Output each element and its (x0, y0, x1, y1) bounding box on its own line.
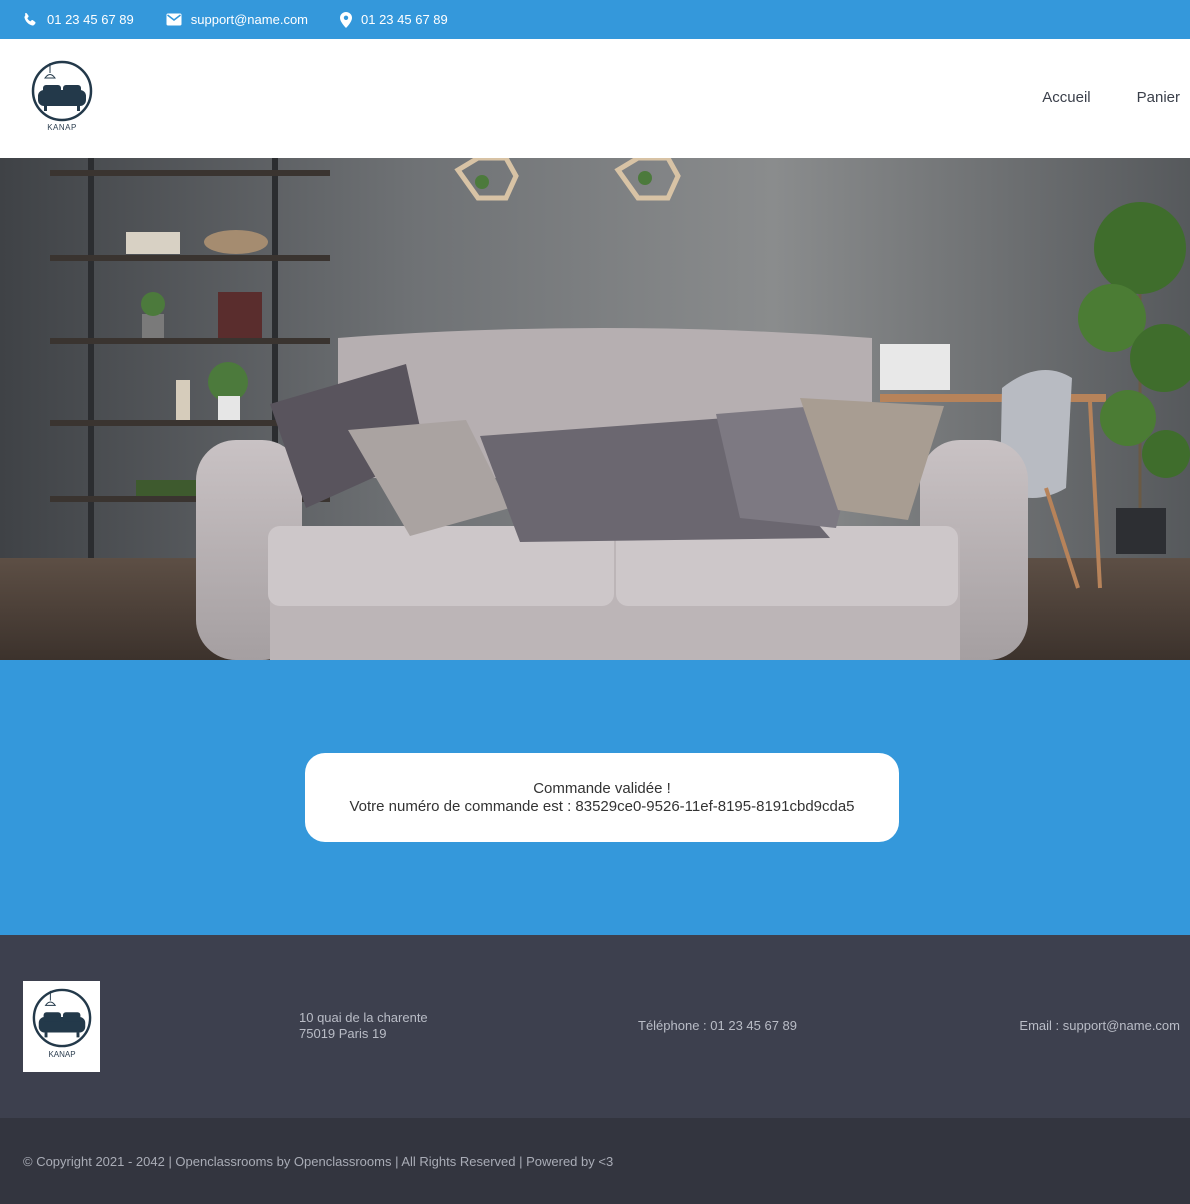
contact-location: 01 23 45 67 89 (340, 11, 448, 28)
contact-location-text: 01 23 45 67 89 (361, 12, 448, 27)
copyright-bar: © Copyright 2021 - 2042 | Openclassrooms… (0, 1118, 1190, 1204)
nav-home-link[interactable]: Accueil (1042, 89, 1090, 106)
location-pin-icon (340, 11, 352, 28)
contact-phone-text: 01 23 45 67 89 (47, 12, 134, 27)
sofa-logo-icon (31, 60, 93, 122)
phone-icon (24, 12, 36, 26)
contact-email-text: support@name.com (190, 12, 308, 27)
site-footer: KANAP 10 quai de la charente 75019 Paris… (0, 935, 1190, 1118)
site-logo[interactable]: KANAP (30, 59, 94, 137)
footer-email: Email : support@name.com (1019, 1018, 1180, 1033)
footer-address-line2: 75019 Paris 19 (299, 1026, 387, 1041)
confirmation-title: Commande validée ! (533, 780, 671, 797)
contact-phone: 01 23 45 67 89 (22, 12, 134, 28)
footer-phone: Téléphone : 01 23 45 67 89 (638, 1018, 798, 1033)
hero-banner-image (0, 158, 1190, 660)
main-nav: Accueil Panier (996, 89, 1180, 106)
contact-email: support@name.com (166, 13, 308, 26)
mail-icon (166, 13, 182, 26)
order-id-label: Votre numéro de commande est : (349, 798, 576, 815)
living-room-illustration (0, 158, 1190, 660)
confirmation-section: Commande validée ! Votre numéro de comma… (0, 660, 1190, 935)
logo-text: KANAP (47, 123, 77, 132)
site-header: KANAP Accueil Panier (0, 39, 1190, 158)
footer-address: 10 quai de la charente 75019 Paris 19 (299, 1010, 428, 1042)
copyright-text: © Copyright 2021 - 2042 | Openclassrooms… (23, 1154, 614, 1169)
footer-logo-text: KANAP (48, 1050, 76, 1059)
footer-address-line1: 10 quai de la charente (299, 1010, 428, 1025)
order-id: 83529ce0-9526-11ef-8195-8191cbd9cda5 (575, 798, 855, 815)
contact-bar: 01 23 45 67 89 support@name.com 01 23 45… (0, 0, 1190, 39)
confirmation-message: Votre numéro de commande est : 83529ce0-… (305, 798, 899, 816)
confirmation-card: Commande validée ! Votre numéro de comma… (305, 753, 899, 842)
nav-cart-link[interactable]: Panier (1137, 89, 1180, 106)
sofa-logo-icon (32, 988, 92, 1048)
footer-logo: KANAP (23, 981, 100, 1072)
